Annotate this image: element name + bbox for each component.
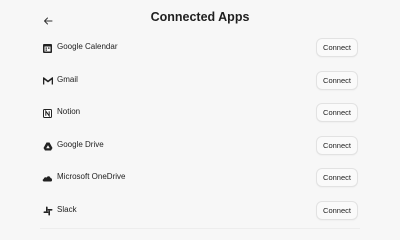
onedrive-icon bbox=[42, 173, 53, 184]
calendar-icon bbox=[42, 43, 53, 54]
app-name: Google Calendar bbox=[57, 42, 118, 51]
divider bbox=[40, 228, 360, 229]
slack-icon bbox=[42, 206, 53, 217]
google-drive-icon bbox=[42, 141, 53, 152]
app-row-slack: Slack Connect bbox=[0, 196, 400, 229]
app-row-notion: Notion Connect bbox=[0, 98, 400, 131]
connect-button[interactable]: Connect bbox=[316, 70, 358, 90]
page-title: Connected Apps bbox=[150, 10, 250, 24]
app-name: Microsoft OneDrive bbox=[57, 172, 126, 182]
app-row-microsoft-onedrive: Microsoft OneDrive Connect bbox=[0, 163, 400, 196]
connect-button[interactable]: Connect bbox=[316, 135, 358, 155]
gmail-icon bbox=[42, 76, 53, 87]
app-name: Slack bbox=[57, 204, 77, 214]
connect-button[interactable]: Connect bbox=[316, 168, 358, 188]
app-row-google-drive: Google Drive Connect bbox=[0, 131, 400, 164]
app-name: Gmail bbox=[57, 74, 78, 84]
connect-button[interactable]: Connect bbox=[316, 38, 358, 57]
app-list: Google Calendar Connect Gmail Connect No… bbox=[0, 33, 400, 229]
app-row-google-calendar: Google Calendar Connect bbox=[0, 33, 400, 66]
connect-button[interactable]: Connect bbox=[316, 200, 358, 220]
app-row-gmail: Gmail Connect bbox=[0, 66, 400, 99]
app-name: Notion bbox=[57, 107, 81, 117]
notion-icon bbox=[42, 108, 53, 119]
app-name: Google Drive bbox=[57, 139, 104, 149]
connect-button[interactable]: Connect bbox=[316, 103, 358, 123]
